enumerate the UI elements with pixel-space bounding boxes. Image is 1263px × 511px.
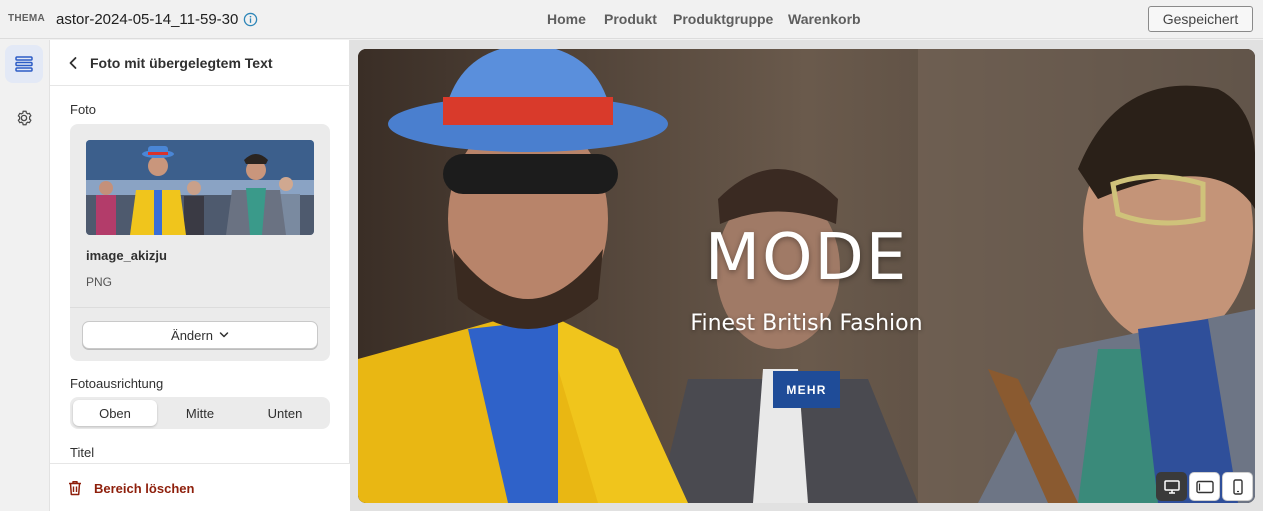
change-button[interactable]: Ändern xyxy=(82,321,318,349)
divider xyxy=(70,307,330,308)
hero-cta-button[interactable]: MEHR xyxy=(773,371,840,408)
panel-footer: Bereich löschen xyxy=(50,463,350,511)
delete-section-button[interactable]: Bereich löschen xyxy=(94,481,194,496)
orientation-option-mitte[interactable]: Mitte xyxy=(158,400,242,426)
photo-card: image_akizju PNG Ändern xyxy=(70,124,330,361)
photo-thumbnail[interactable] xyxy=(86,140,314,235)
chevron-down-icon xyxy=(219,332,229,338)
tablet-view-button[interactable] xyxy=(1189,472,1220,501)
desktop-icon xyxy=(1163,479,1180,494)
chevron-left-icon[interactable] xyxy=(67,56,79,70)
sections-button[interactable] xyxy=(5,45,43,83)
orientation-label: Fotoausrichtung xyxy=(70,376,164,391)
orientation-option-oben[interactable]: Oben xyxy=(73,400,157,426)
settings-panel: Foto mit übergelegtem Text Foto image_ak… xyxy=(50,40,350,511)
preview-area: MODE Finest British Fashion MEHR xyxy=(350,40,1263,511)
gear-icon xyxy=(17,110,32,126)
hero-banner: MODE Finest British Fashion MEHR xyxy=(358,49,1255,503)
settings-button[interactable] xyxy=(5,99,43,137)
nav-produkt[interactable]: Produkt xyxy=(604,11,657,27)
panel-header: Foto mit übergelegtem Text xyxy=(50,40,350,86)
orientation-segmented-control: Oben Mitte Unten xyxy=(70,397,330,429)
nav-warenkorb[interactable]: Warenkorb xyxy=(788,11,861,27)
sections-icon xyxy=(15,56,33,72)
theme-name: astor-2024-05-14_11-59-30 xyxy=(56,11,239,28)
theme-label: THEMA xyxy=(8,13,46,24)
orientation-option-unten[interactable]: Unten xyxy=(243,400,327,426)
change-label: Ändern xyxy=(171,327,213,343)
hero-subheading: Finest British Fashion xyxy=(690,311,923,336)
icon-rail xyxy=(0,40,50,511)
nav-home[interactable]: Home xyxy=(547,11,586,27)
panel-title: Foto mit übergelegtem Text xyxy=(90,55,273,71)
file-type: PNG xyxy=(86,275,113,289)
top-bar: THEMA astor-2024-05-14_11-59-30 Home Pro… xyxy=(0,0,1263,39)
save-button[interactable]: Gespeichert xyxy=(1148,6,1253,32)
mobile-icon xyxy=(1232,478,1243,495)
desktop-view-button[interactable] xyxy=(1156,472,1187,501)
mobile-view-button[interactable] xyxy=(1222,472,1253,501)
hero-heading: MODE xyxy=(704,221,909,295)
title-label: Titel xyxy=(70,445,95,460)
photo-label: Foto xyxy=(70,102,97,117)
trash-icon[interactable] xyxy=(68,480,82,496)
tablet-icon xyxy=(1195,480,1214,493)
info-icon[interactable] xyxy=(243,12,258,27)
file-name: image_akizju xyxy=(86,248,167,263)
nav-produktgruppe[interactable]: Produktgruppe xyxy=(673,11,773,27)
